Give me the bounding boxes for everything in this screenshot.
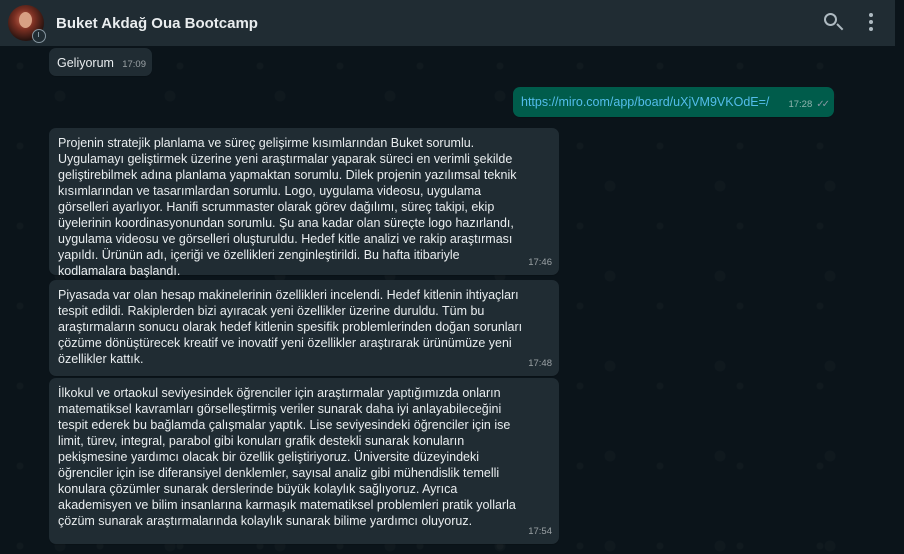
message-list[interactable]: Geliyorum 17:09 https://miro.com/app/boa… xyxy=(0,46,895,554)
message-bubble[interactable]: Projenin stratejik planlama ve süreç gel… xyxy=(49,128,559,278)
status-icon xyxy=(32,29,46,43)
chat-title[interactable]: Buket Akdağ Oua Bootcamp xyxy=(56,15,258,32)
message-time: 17:54 xyxy=(528,526,552,537)
double-check-icon: ✓✓ xyxy=(816,99,830,110)
header-actions xyxy=(823,12,873,32)
chat-header: Buket Akdağ Oua Bootcamp xyxy=(0,0,895,46)
scrollbar[interactable] xyxy=(895,0,904,554)
avatar-face xyxy=(19,12,32,28)
message-bubble[interactable]: Piyasada var olan hesap makinelerinin öz… xyxy=(49,280,559,376)
message-bubble[interactable]: İlkokul ve ortaokul seviyesindek öğrenci… xyxy=(49,378,559,544)
message-time: 17:48 xyxy=(528,358,552,369)
message-bubble[interactable]: Geliyorum 17:09 xyxy=(49,48,152,76)
menu-icon[interactable] xyxy=(869,13,873,31)
message-link[interactable]: https://miro.com/app/board/uXjVM9VKOdE=/ xyxy=(521,95,769,109)
message-text: Piyasada var olan hesap makinelerinin öz… xyxy=(58,288,523,366)
message-text: Geliyorum xyxy=(57,56,114,70)
message-time: 17:46 xyxy=(528,257,552,268)
search-icon[interactable] xyxy=(823,12,844,32)
message-text: Projenin stratejik planlama ve süreç gel… xyxy=(58,136,517,278)
message-bubble-outgoing[interactable]: https://miro.com/app/board/uXjVM9VKOdE=/… xyxy=(513,87,834,117)
avatar[interactable] xyxy=(8,5,46,43)
message-time: 17:09 xyxy=(122,59,146,70)
message-time: 17:28 xyxy=(788,99,813,110)
message-text: İlkokul ve ortaokul seviyesindek öğrenci… xyxy=(58,386,516,528)
message-meta: 17:28 ✓✓ xyxy=(788,97,830,113)
